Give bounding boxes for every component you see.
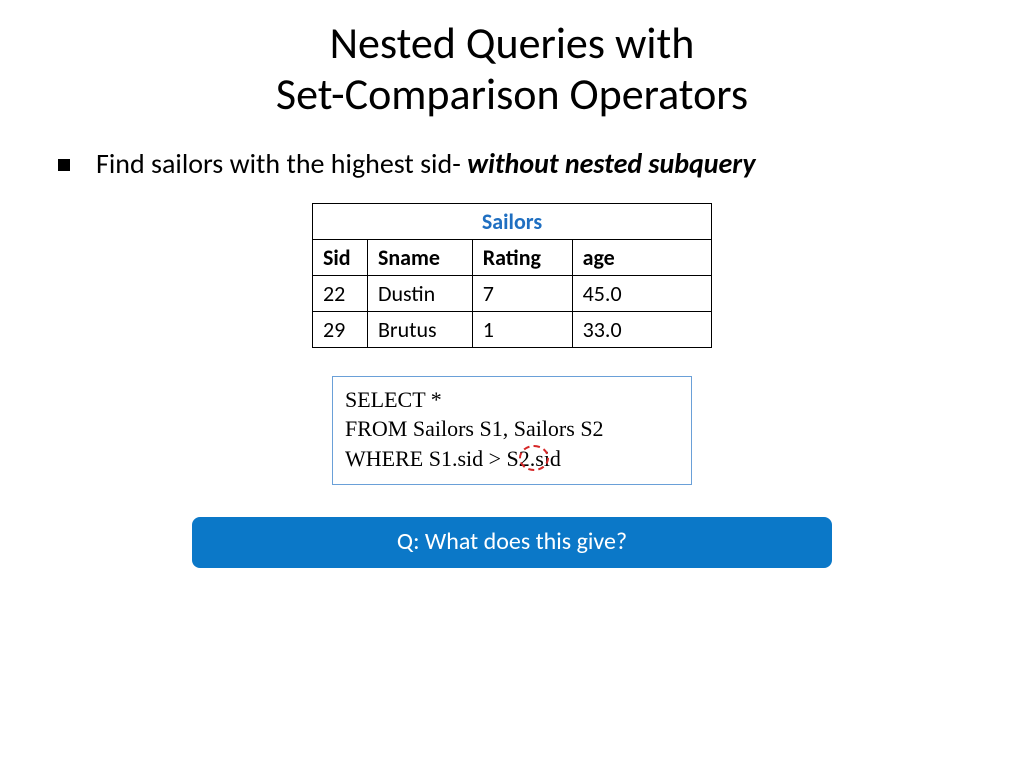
- sql-keyword-where: WHERE: [345, 446, 423, 471]
- sql-query-box: SELECT * FROM Sailors S1, Sailors S2 WHE…: [332, 376, 692, 485]
- bullet-text: Find sailors with the highest sid- witho…: [96, 147, 756, 181]
- col-header-sid: Sid: [313, 239, 368, 275]
- sql-rest-2: Sailors S1, Sailors S2: [407, 416, 603, 441]
- cell-rating: 1: [472, 311, 572, 347]
- square-bullet-icon: [58, 159, 70, 171]
- table-row: 29 Brutus 1 33.0: [313, 311, 712, 347]
- sql-line-2: FROM Sailors S1, Sailors S2: [345, 414, 679, 444]
- sql-keyword-select: SELECT: [345, 387, 425, 412]
- col-header-sname: Sname: [367, 239, 472, 275]
- cell-sname: Brutus: [367, 311, 472, 347]
- slide-title: Nested Queries with Set-Comparison Opera…: [0, 0, 1024, 119]
- cell-sid: 22: [313, 275, 368, 311]
- question-text: Q: What does this give?: [397, 527, 627, 556]
- col-header-age: age: [572, 239, 711, 275]
- bullet-item: Find sailors with the highest sid- witho…: [58, 147, 1024, 181]
- cell-sid: 29: [313, 311, 368, 347]
- cell-age: 45.0: [572, 275, 711, 311]
- table-caption: Sailors: [313, 203, 712, 239]
- title-line-2: Set-Comparison Operators: [276, 67, 748, 121]
- title-line-1: Nested Queries with: [330, 16, 695, 70]
- bullet-prefix: Find sailors with the highest sid-: [96, 146, 467, 181]
- bullet-emphasis: without nested subquery: [467, 146, 755, 181]
- sql-keyword-from: FROM: [345, 416, 407, 441]
- cell-rating: 7: [472, 275, 572, 311]
- sql-line-3: WHERE S1.sid > S2.sid: [345, 444, 679, 474]
- table-row: 22 Dustin 7 45.0: [313, 275, 712, 311]
- sql-rest-1: *: [425, 387, 442, 412]
- table-header-row: Sid Sname Rating age: [313, 239, 712, 275]
- table-caption-row: Sailors: [313, 203, 712, 239]
- cell-sname: Dustin: [367, 275, 472, 311]
- col-header-rating: Rating: [472, 239, 572, 275]
- sailors-table: Sailors Sid Sname Rating age 22 Dustin 7…: [312, 203, 712, 348]
- question-bar: Q: What does this give?: [192, 517, 832, 568]
- sql-line-1: SELECT *: [345, 385, 679, 415]
- sql-rest-3: S1.sid > S2.sid: [423, 446, 561, 471]
- cell-age: 33.0: [572, 311, 711, 347]
- sailors-table-container: Sailors Sid Sname Rating age 22 Dustin 7…: [312, 203, 712, 348]
